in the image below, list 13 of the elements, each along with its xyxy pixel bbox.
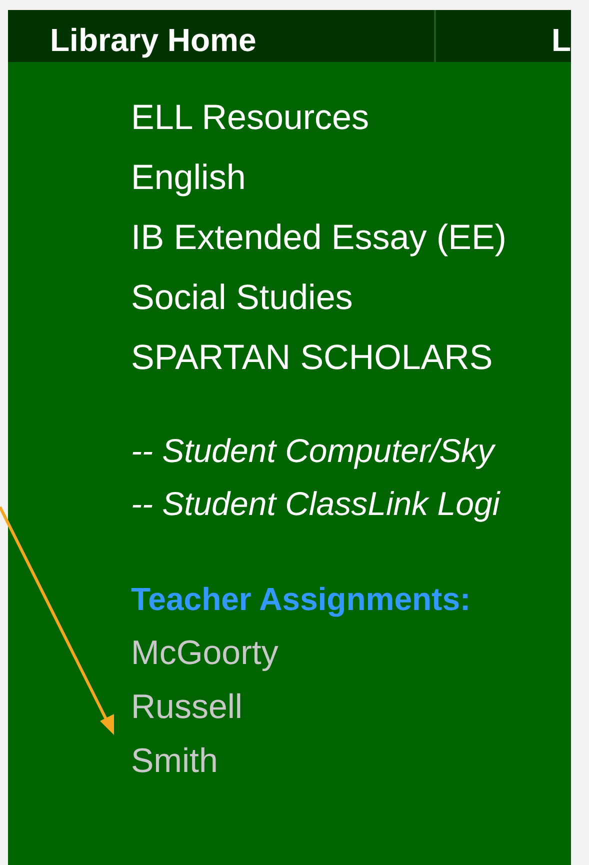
nav-tab[interactable]: Library Home [8,10,436,62]
menu-link[interactable]: -- Student Computer/Sky [131,424,571,477]
section-heading: Teacher Assignments: [131,580,472,619]
menu-link[interactable]: -- Student ClassLink Logi [131,477,571,530]
menu-link[interactable]: Russell [131,680,571,734]
menu-link[interactable]: English [131,148,571,208]
menu-link[interactable]: SPARTAN SCHOLARS [131,328,571,388]
menu-link[interactable]: ELL Resources [131,88,571,148]
menu-link[interactable]: Smith [131,734,571,788]
menu-link[interactable]: Social Studies [131,268,571,328]
menu-link[interactable]: McGoorty [131,626,571,680]
nav-tab[interactable]: L [436,10,571,62]
menu-link[interactable]: IB Extended Essay (EE) [131,208,571,268]
